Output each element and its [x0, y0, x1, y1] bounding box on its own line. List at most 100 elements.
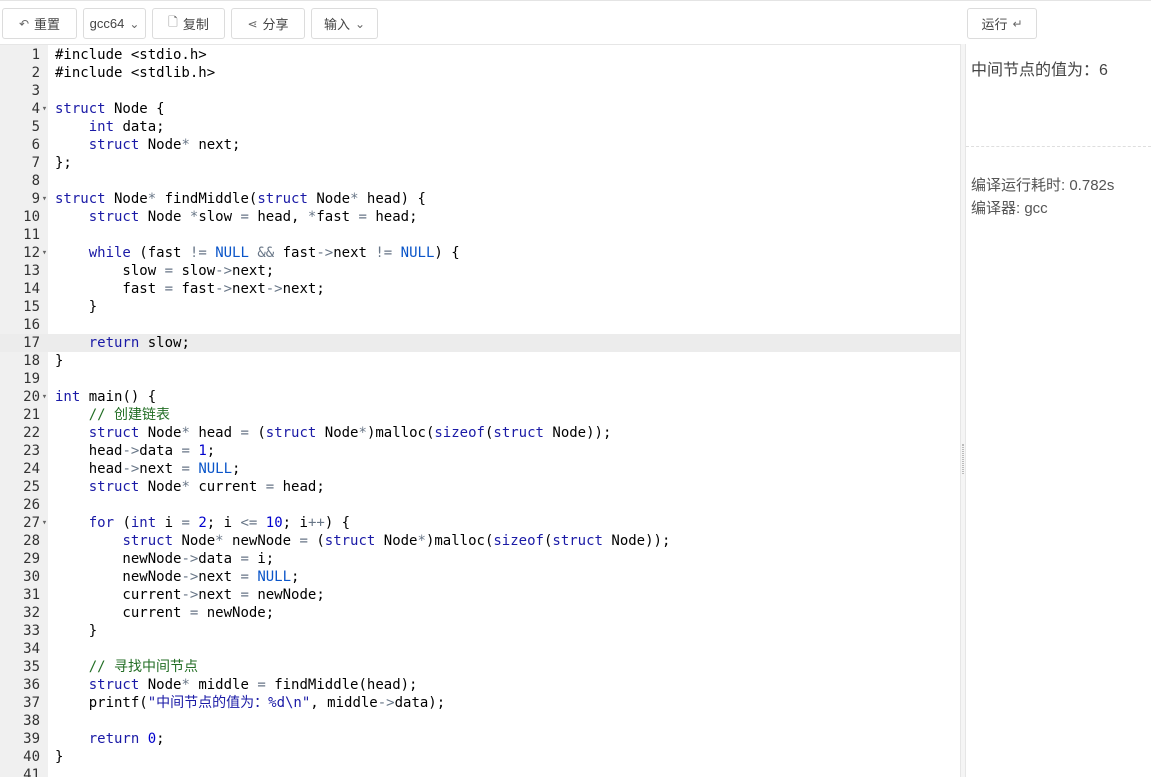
reset-button[interactable]: ↶ 重置 [2, 8, 77, 39]
code-line[interactable]: 14 fast = fast->next->next; [0, 280, 960, 298]
compiler-select[interactable]: gcc64 ⌄ [83, 8, 146, 39]
code-text: for (int i = 2; i <= 10; i++) { [88, 515, 351, 531]
line-number: 19 [23, 371, 40, 387]
code-line[interactable]: 24 head->next = NULL; [0, 460, 960, 478]
line-number: 32 [23, 605, 40, 621]
line-number: 24 [23, 461, 40, 477]
code-line[interactable]: 8 [0, 172, 960, 190]
code-line[interactable]: 30 newNode->next = NULL; [0, 568, 960, 586]
code-text: } [55, 353, 64, 369]
code-text: while (fast != NULL && fast->next != NUL… [88, 245, 460, 261]
code-line[interactable]: 40} [0, 748, 960, 766]
code-line[interactable]: 38 [0, 712, 960, 730]
code-line[interactable]: 6 struct Node* next; [0, 136, 960, 154]
toolbar: ↶ 重置 gcc64 ⌄ 🗋 复制 ⋖ 分享 输入 ⌄ 运行 ↵ [0, 6, 1151, 40]
code-text: newNode->data = i; [55, 551, 275, 567]
code-line[interactable]: 25 struct Node* current = head; [0, 478, 960, 496]
code-line[interactable]: 10 struct Node *slow = head, *fast = hea… [0, 208, 960, 226]
code-line[interactable]: 29 newNode->data = i; [0, 550, 960, 568]
code-line[interactable]: 31 current->next = newNode; [0, 586, 960, 604]
line-number: 31 [23, 587, 40, 603]
code-line[interactable]: 2 #include <stdlib.h> [0, 64, 960, 82]
chevron-down-icon: ⌄ [354, 16, 366, 31]
code-line[interactable]: 7}; [0, 154, 960, 172]
code-text: int data; [88, 119, 165, 135]
code-editor[interactable]: 1 #include <stdio.h> 2 #include <stdlib.h> 3… [0, 44, 960, 777]
chevron-down-icon: ⌄ [129, 16, 140, 31]
line-number: 2 [31, 65, 40, 81]
output-result: 中间节点的值为：6 [971, 62, 1108, 79]
code-line[interactable]: 35 // 寻找中间节点 [0, 658, 960, 676]
copy-icon: 🗋 [168, 15, 178, 29]
code-line[interactable]: 39 return 0; [0, 730, 960, 748]
code-line[interactable]: 22 struct Node* head = (struct Node*)mal… [0, 424, 960, 442]
code-line[interactable]: 19 [0, 370, 960, 388]
code-text: printf("中间节点的值为：%d\n", middle->data); [55, 695, 446, 711]
code-line[interactable]: 32 current = newNode; [0, 604, 960, 622]
input-button[interactable]: 输入 ⌄ [311, 8, 378, 39]
code-line[interactable]: 9 ▾ struct Node* findMiddle(struct Node* h… [0, 190, 960, 208]
code-line[interactable]: 12 ▾ while (fast != NULL && fast->next !=… [0, 244, 960, 262]
line-number: 35 [23, 659, 40, 675]
share-button[interactable]: ⋖ 分享 [231, 8, 305, 39]
code-text: // 创建链表 [88, 407, 171, 423]
code-line[interactable]: 28 struct Node* newNode = (struct Node*)… [0, 532, 960, 550]
code-line[interactable]: 26 [0, 496, 960, 514]
code-text: current = newNode; [55, 605, 275, 621]
line-number: 15 [23, 299, 40, 315]
code-line[interactable]: 4 ▾ struct Node { [0, 100, 960, 118]
code-line[interactable]: 13 slow = slow->next; [0, 262, 960, 280]
splitter-grip-icon[interactable] [962, 444, 964, 474]
share-icon: ⋖ [247, 16, 258, 31]
code-line[interactable]: 5 int data; [0, 118, 960, 136]
line-number: 27 [23, 515, 40, 531]
share-label: 分享 [262, 17, 289, 32]
code-line[interactable]: 16 [0, 316, 960, 334]
line-number: 21 [23, 407, 40, 423]
code-line[interactable]: 18} [0, 352, 960, 370]
code-text: } [55, 623, 98, 639]
line-number: 8 [31, 173, 40, 189]
code-line[interactable]: 11 [0, 226, 960, 244]
fold-arrow-icon[interactable]: ▾ [41, 514, 48, 532]
code-text: return slow; [88, 335, 190, 351]
line-number: 7 [31, 155, 40, 171]
code-line[interactable]: 33 } [0, 622, 960, 640]
line-number: 4 [31, 101, 40, 117]
top-border [0, 0, 1151, 4]
copy-button[interactable]: 🗋 复制 [152, 8, 225, 39]
code-line[interactable]: 34 [0, 640, 960, 658]
line-number: 40 [23, 749, 40, 765]
undo-icon: ↶ [18, 16, 30, 31]
code-line[interactable]: 17 return slow; [0, 334, 960, 352]
code-line[interactable]: 3 [0, 82, 960, 100]
code-line[interactable]: 36 struct Node* middle = findMiddle(head… [0, 676, 960, 694]
code-line[interactable]: 21 // 创建链表 [0, 406, 960, 424]
line-number: 9 [31, 191, 40, 207]
line-number: 12 [23, 245, 40, 261]
line-number: 10 [23, 209, 40, 225]
code-text: }; [55, 155, 72, 171]
code-text: struct Node* newNode = (struct Node*)mal… [122, 533, 671, 549]
code-line[interactable]: 1 #include <stdio.h> [0, 46, 960, 64]
code-text: } [55, 749, 64, 765]
line-number: 41 [23, 767, 40, 777]
code-text: slow = slow->next; [55, 263, 275, 279]
fold-arrow-icon[interactable]: ▾ [41, 388, 48, 406]
code-text: head->next = NULL; [55, 461, 241, 477]
line-number: 26 [23, 497, 40, 513]
fold-arrow-icon[interactable]: ▾ [41, 244, 48, 262]
fold-arrow-icon[interactable]: ▾ [41, 190, 48, 208]
code-text: head->data = 1; [55, 443, 216, 459]
output-panel: 中间节点的值为：6 编译运行耗时: 0.782s 编译器: gcc [966, 44, 1151, 777]
code-line[interactable]: 27 ▾ for (int i = 2; i <= 10; i++) { [0, 514, 960, 532]
compile-time: 编译运行耗时: 0.782s [971, 177, 1115, 194]
run-button[interactable]: 运行 ↵ [967, 8, 1037, 39]
code-line[interactable]: 37 printf("中间节点的值为：%d\n", middle->data); [0, 694, 960, 712]
fold-arrow-icon[interactable]: ▾ [41, 100, 48, 118]
code-line[interactable]: 41 [0, 766, 960, 777]
code-text: struct Node* middle = findMiddle(head); [88, 677, 418, 693]
code-line[interactable]: 20 ▾ int main() { [0, 388, 960, 406]
code-line[interactable]: 15 } [0, 298, 960, 316]
code-line[interactable]: 23 head->data = 1; [0, 442, 960, 460]
